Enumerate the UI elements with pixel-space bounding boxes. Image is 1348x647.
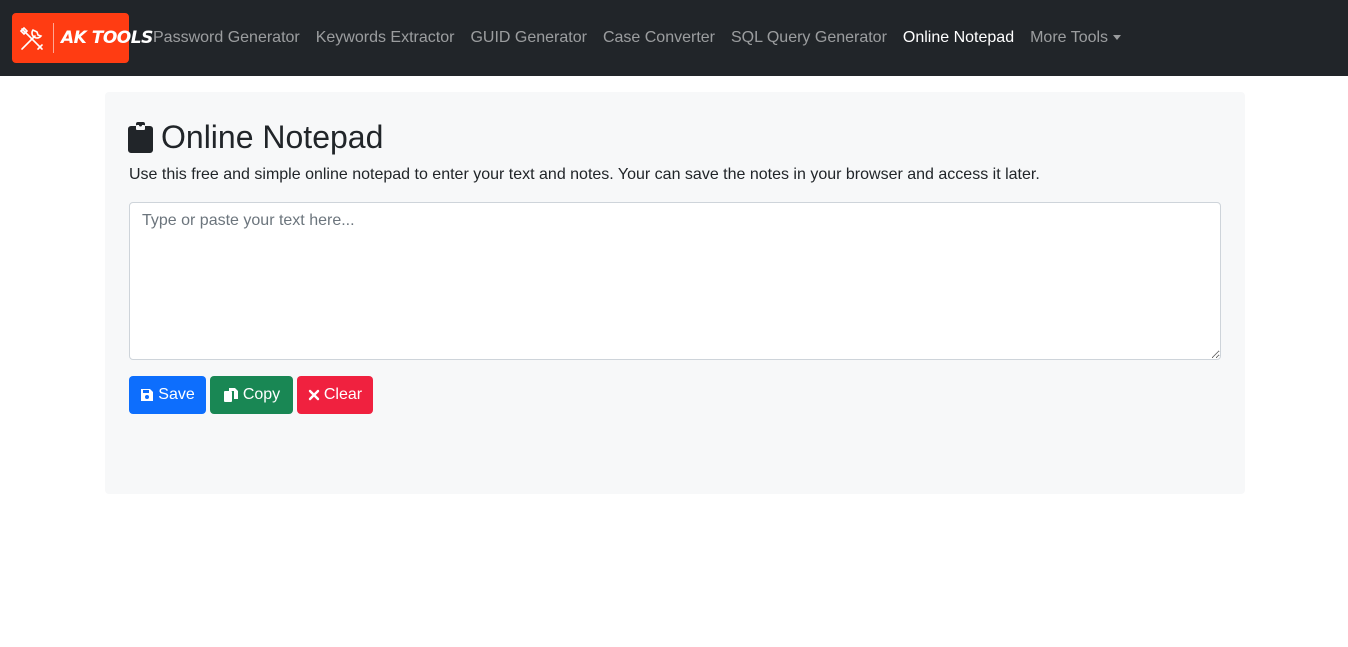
clear-button-label: Clear [323, 386, 363, 403]
title-row: Online Notepad [128, 118, 383, 156]
nav-item-password-generator[interactable]: Password Generator [145, 29, 308, 47]
clipboard-icon [128, 122, 153, 153]
tools-icon [19, 26, 43, 50]
copy-button[interactable]: Copy [210, 376, 293, 414]
copy-icon [223, 388, 238, 402]
save-button-label: Save [158, 386, 195, 403]
caret-down-icon [1113, 34, 1122, 40]
clear-button[interactable]: Clear [297, 376, 373, 414]
page-description: Use this free and simple online notepad … [129, 166, 1040, 183]
nav-item-online-notepad[interactable]: Online Notepad [895, 29, 1022, 47]
nav-item-sql-query-generator[interactable]: SQL Query Generator [723, 29, 895, 47]
more-tools-label: More Tools [1030, 29, 1109, 46]
nav-item-guid-generator[interactable]: GUID Generator [462, 29, 594, 47]
nav-links: Password Generator Keywords Extractor GU… [145, 0, 1129, 76]
nav-item-case-converter[interactable]: Case Converter [595, 29, 723, 47]
brand-logo[interactable]: AK TOOLS [12, 13, 153, 63]
notepad-card: Online Notepad Use this free and simple … [105, 92, 1245, 494]
nav-item-more-tools[interactable]: More Tools [1022, 29, 1129, 47]
logo-text: AK TOOLS [61, 28, 153, 48]
nav-item-keywords-extractor[interactable]: Keywords Extractor [308, 29, 463, 47]
x-icon [308, 389, 320, 401]
notepad-textarea[interactable] [129, 202, 1221, 360]
floppy-disk-icon [141, 389, 154, 401]
save-button[interactable]: Save [129, 376, 206, 414]
page-title: Online Notepad [161, 119, 384, 155]
top-navbar: AK TOOLS Password Generator Keywords Ext… [0, 0, 1348, 76]
action-buttons: Save Copy Clear [129, 376, 377, 414]
copy-button-label: Copy [242, 386, 281, 403]
logo-divider [53, 23, 54, 53]
